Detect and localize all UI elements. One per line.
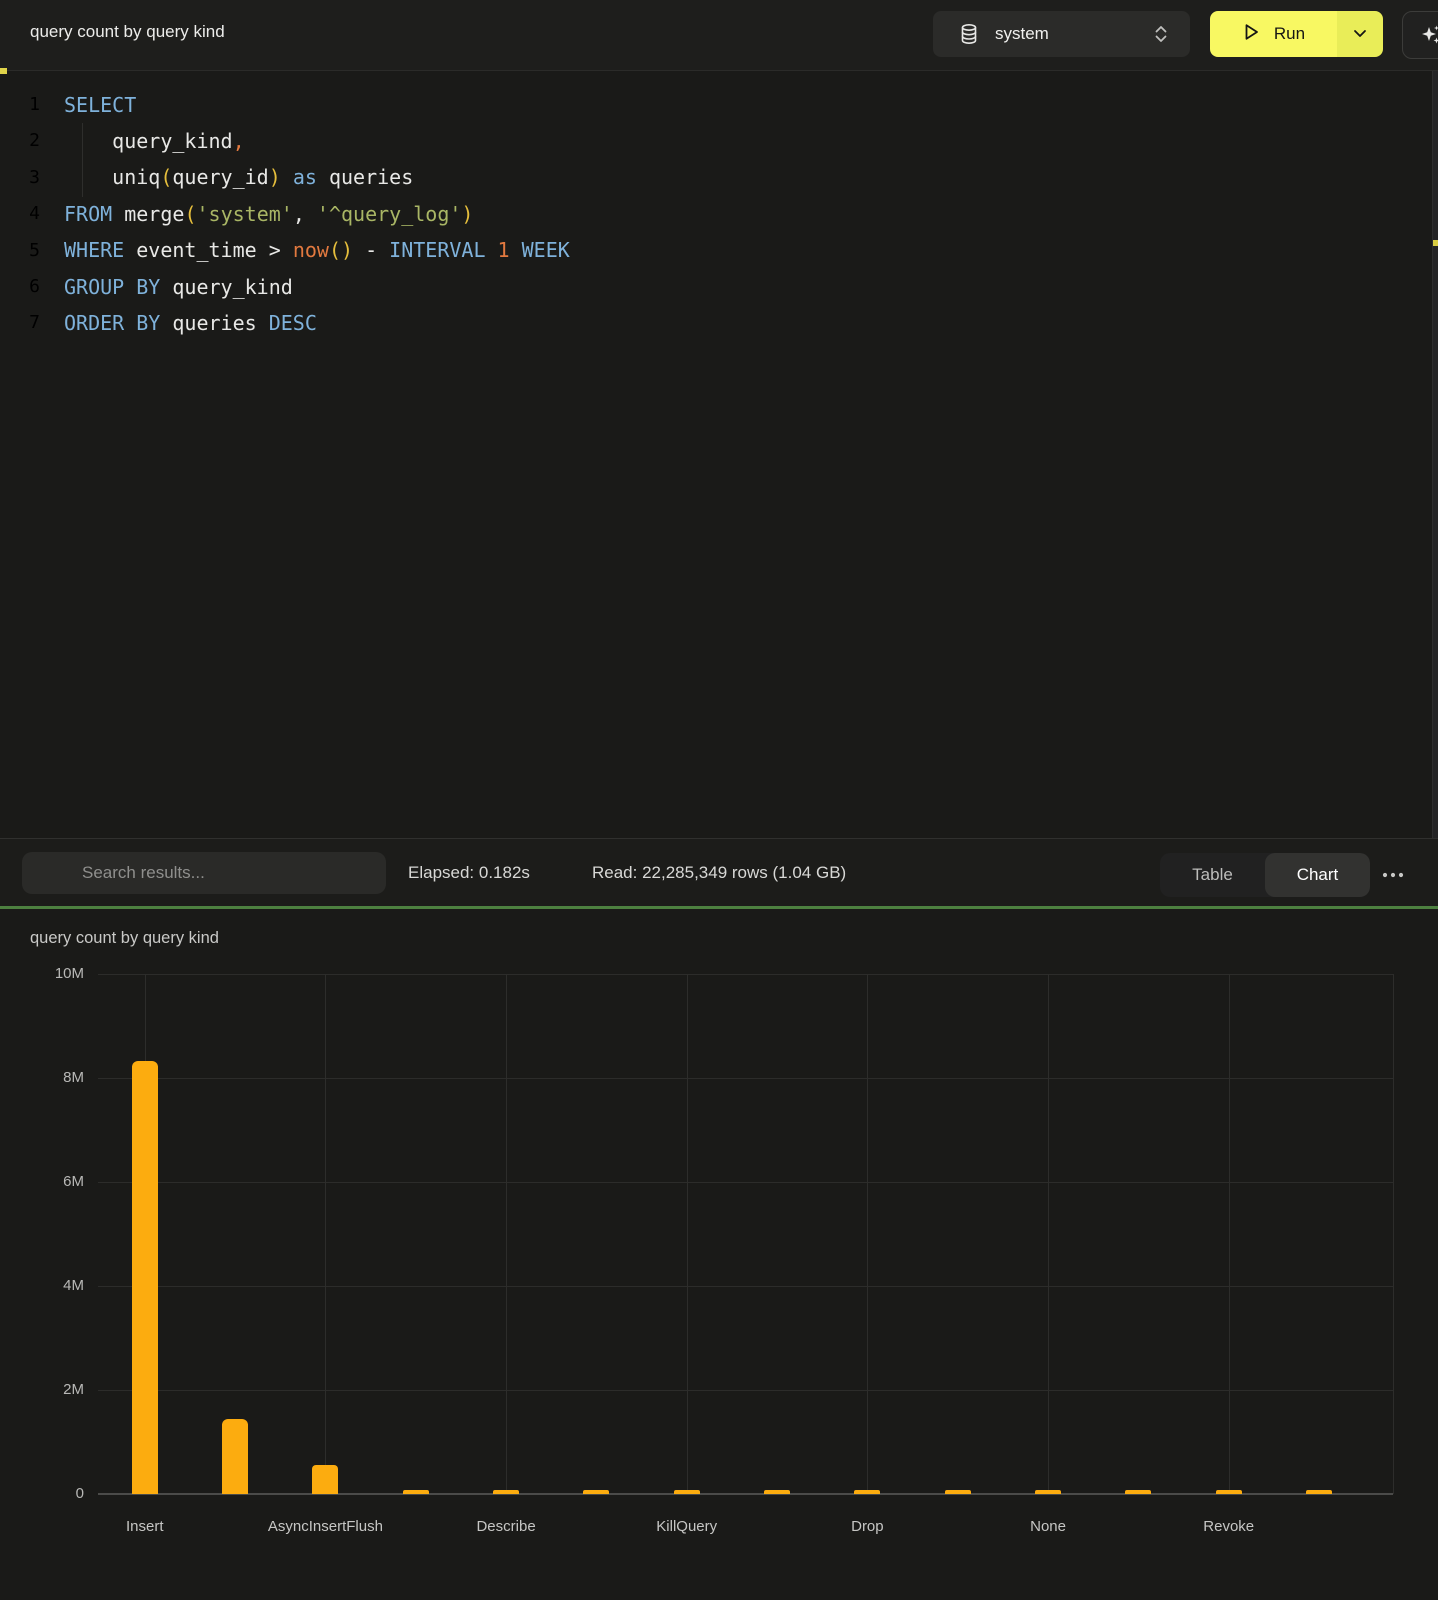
ellipsis-icon bbox=[1382, 872, 1404, 878]
bar-None[interactable] bbox=[1035, 1490, 1061, 1494]
search-icon bbox=[48, 863, 67, 882]
read-stat: Read: 22,285,349 rows (1.04 GB) bbox=[592, 839, 846, 907]
x-axis-label: Revoke bbox=[1139, 1517, 1319, 1537]
view-toggle-chart[interactable]: Chart bbox=[1265, 853, 1370, 897]
view-toggle: TableChart bbox=[1160, 853, 1370, 897]
bar-unlabeled[interactable] bbox=[583, 1490, 609, 1494]
gridline-horizontal bbox=[98, 1286, 1393, 1287]
code-text: uniq(query_id) as queries bbox=[64, 165, 413, 189]
y-axis-label: 8M bbox=[14, 1068, 84, 1088]
line-number: 1 bbox=[0, 94, 40, 115]
editor-gutter-mark bbox=[0, 68, 7, 74]
bar-unlabeled[interactable] bbox=[222, 1419, 248, 1494]
code-text: FROM merge('system', '^query_log') bbox=[64, 202, 473, 226]
x-axis-label: Insert bbox=[55, 1517, 235, 1537]
line-number: 4 bbox=[0, 203, 40, 224]
y-axis-label: 10M bbox=[14, 964, 84, 984]
bar-unlabeled[interactable] bbox=[403, 1490, 429, 1494]
search-field-wrap bbox=[22, 852, 386, 894]
line-number: 5 bbox=[0, 240, 40, 261]
ai-assistant-button[interactable] bbox=[1402, 11, 1438, 59]
gridline-horizontal bbox=[98, 1390, 1393, 1391]
chart-title: query count by query kind bbox=[30, 929, 219, 948]
bar-Describe[interactable] bbox=[493, 1490, 519, 1494]
bar-unlabeled[interactable] bbox=[1125, 1490, 1151, 1494]
x-axis-label: AsyncInsertFlush bbox=[235, 1517, 415, 1537]
code-text: SELECT bbox=[64, 93, 136, 117]
code-line[interactable]: 7 ORDER BY queries DESC bbox=[0, 304, 1400, 341]
line-number: 2 bbox=[0, 130, 40, 151]
y-axis-label: 4M bbox=[14, 1276, 84, 1296]
line-number: 3 bbox=[0, 167, 40, 188]
run-button-label: Run bbox=[1274, 24, 1305, 44]
sparkles-icon bbox=[1418, 23, 1438, 47]
bar-KillQuery[interactable] bbox=[674, 1490, 700, 1494]
code-line[interactable]: 1 SELECT bbox=[0, 86, 1400, 123]
code-text: WHERE event_time > now() - INTERVAL 1 WE… bbox=[64, 238, 570, 262]
x-axis-label: KillQuery bbox=[597, 1517, 777, 1537]
gridline-vertical bbox=[325, 974, 326, 1494]
more-options-button[interactable] bbox=[1380, 863, 1406, 887]
bar-Insert[interactable] bbox=[132, 1061, 158, 1494]
scrollbar-annotation bbox=[1433, 240, 1438, 246]
sql-editor[interactable]: 1SELECT2 query_kind,3 uniq(query_id) as … bbox=[0, 71, 1438, 838]
bar-Drop[interactable] bbox=[854, 1490, 880, 1494]
gridline-vertical bbox=[1048, 974, 1049, 1494]
gridline-vertical bbox=[1229, 974, 1230, 1494]
code-text: GROUP BY query_kind bbox=[64, 275, 293, 299]
sql-console: query count by query kind system bbox=[0, 0, 1438, 1600]
x-axis-line bbox=[98, 1493, 1393, 1495]
database-selector[interactable]: system bbox=[933, 11, 1190, 57]
chevron-down-icon bbox=[1353, 25, 1367, 43]
line-number: 7 bbox=[0, 312, 40, 333]
run-split-button: Run bbox=[1210, 11, 1383, 57]
search-input[interactable] bbox=[22, 852, 386, 894]
bar-unlabeled[interactable] bbox=[1306, 1490, 1332, 1494]
gridline-vertical bbox=[1393, 974, 1394, 1494]
code-line[interactable]: 5 WHERE event_time > now() - INTERVAL 1 W… bbox=[0, 232, 1400, 269]
code-text: query_kind, bbox=[64, 129, 245, 153]
bar-unlabeled[interactable] bbox=[764, 1490, 790, 1494]
code-line[interactable]: 2 query_kind, bbox=[0, 122, 1400, 159]
line-number: 6 bbox=[0, 276, 40, 297]
y-axis-label: 6M bbox=[14, 1172, 84, 1192]
view-toggle-table[interactable]: Table bbox=[1160, 853, 1265, 897]
code-line[interactable]: 4 FROM merge('system', '^query_log') bbox=[0, 195, 1400, 232]
gridline-horizontal bbox=[98, 974, 1393, 975]
run-button[interactable]: Run bbox=[1210, 11, 1337, 57]
x-axis-label: None bbox=[958, 1517, 1138, 1537]
bar-AsyncInsertFlush[interactable] bbox=[312, 1465, 338, 1494]
play-icon bbox=[1242, 22, 1261, 47]
run-options-button[interactable] bbox=[1337, 11, 1383, 57]
x-axis-label: Drop bbox=[777, 1517, 957, 1537]
y-axis-label: 0 bbox=[14, 1484, 84, 1504]
database-selector-value: system bbox=[995, 24, 1154, 44]
y-axis-label: 2M bbox=[14, 1380, 84, 1400]
database-icon bbox=[959, 23, 979, 45]
code-line[interactable]: 6 GROUP BY query_kind bbox=[0, 268, 1400, 305]
bar-Revoke[interactable] bbox=[1216, 1490, 1242, 1494]
elapsed-stat: Elapsed: 0.182s bbox=[408, 839, 530, 907]
code-text: ORDER BY queries DESC bbox=[64, 311, 317, 335]
gridline-vertical bbox=[506, 974, 507, 1494]
gridline-horizontal bbox=[98, 1182, 1393, 1183]
code-line[interactable]: 3 uniq(query_id) as queries bbox=[0, 159, 1400, 196]
chart-panel: query count by query kind 0 2M 4M 6M 8M 10M In… bbox=[0, 909, 1438, 1600]
page-title: query count by query kind bbox=[30, 0, 225, 64]
x-axis-label: Describe bbox=[416, 1517, 596, 1537]
gridline-horizontal bbox=[98, 1078, 1393, 1079]
results-toolbar: Elapsed: 0.182s Read: 22,285,349 rows (1… bbox=[0, 838, 1438, 907]
gridline-vertical bbox=[867, 974, 868, 1494]
chevron-updown-icon bbox=[1154, 24, 1168, 44]
header: query count by query kind system bbox=[0, 0, 1438, 71]
bar-unlabeled[interactable] bbox=[945, 1490, 971, 1494]
gridline-vertical bbox=[687, 974, 688, 1494]
